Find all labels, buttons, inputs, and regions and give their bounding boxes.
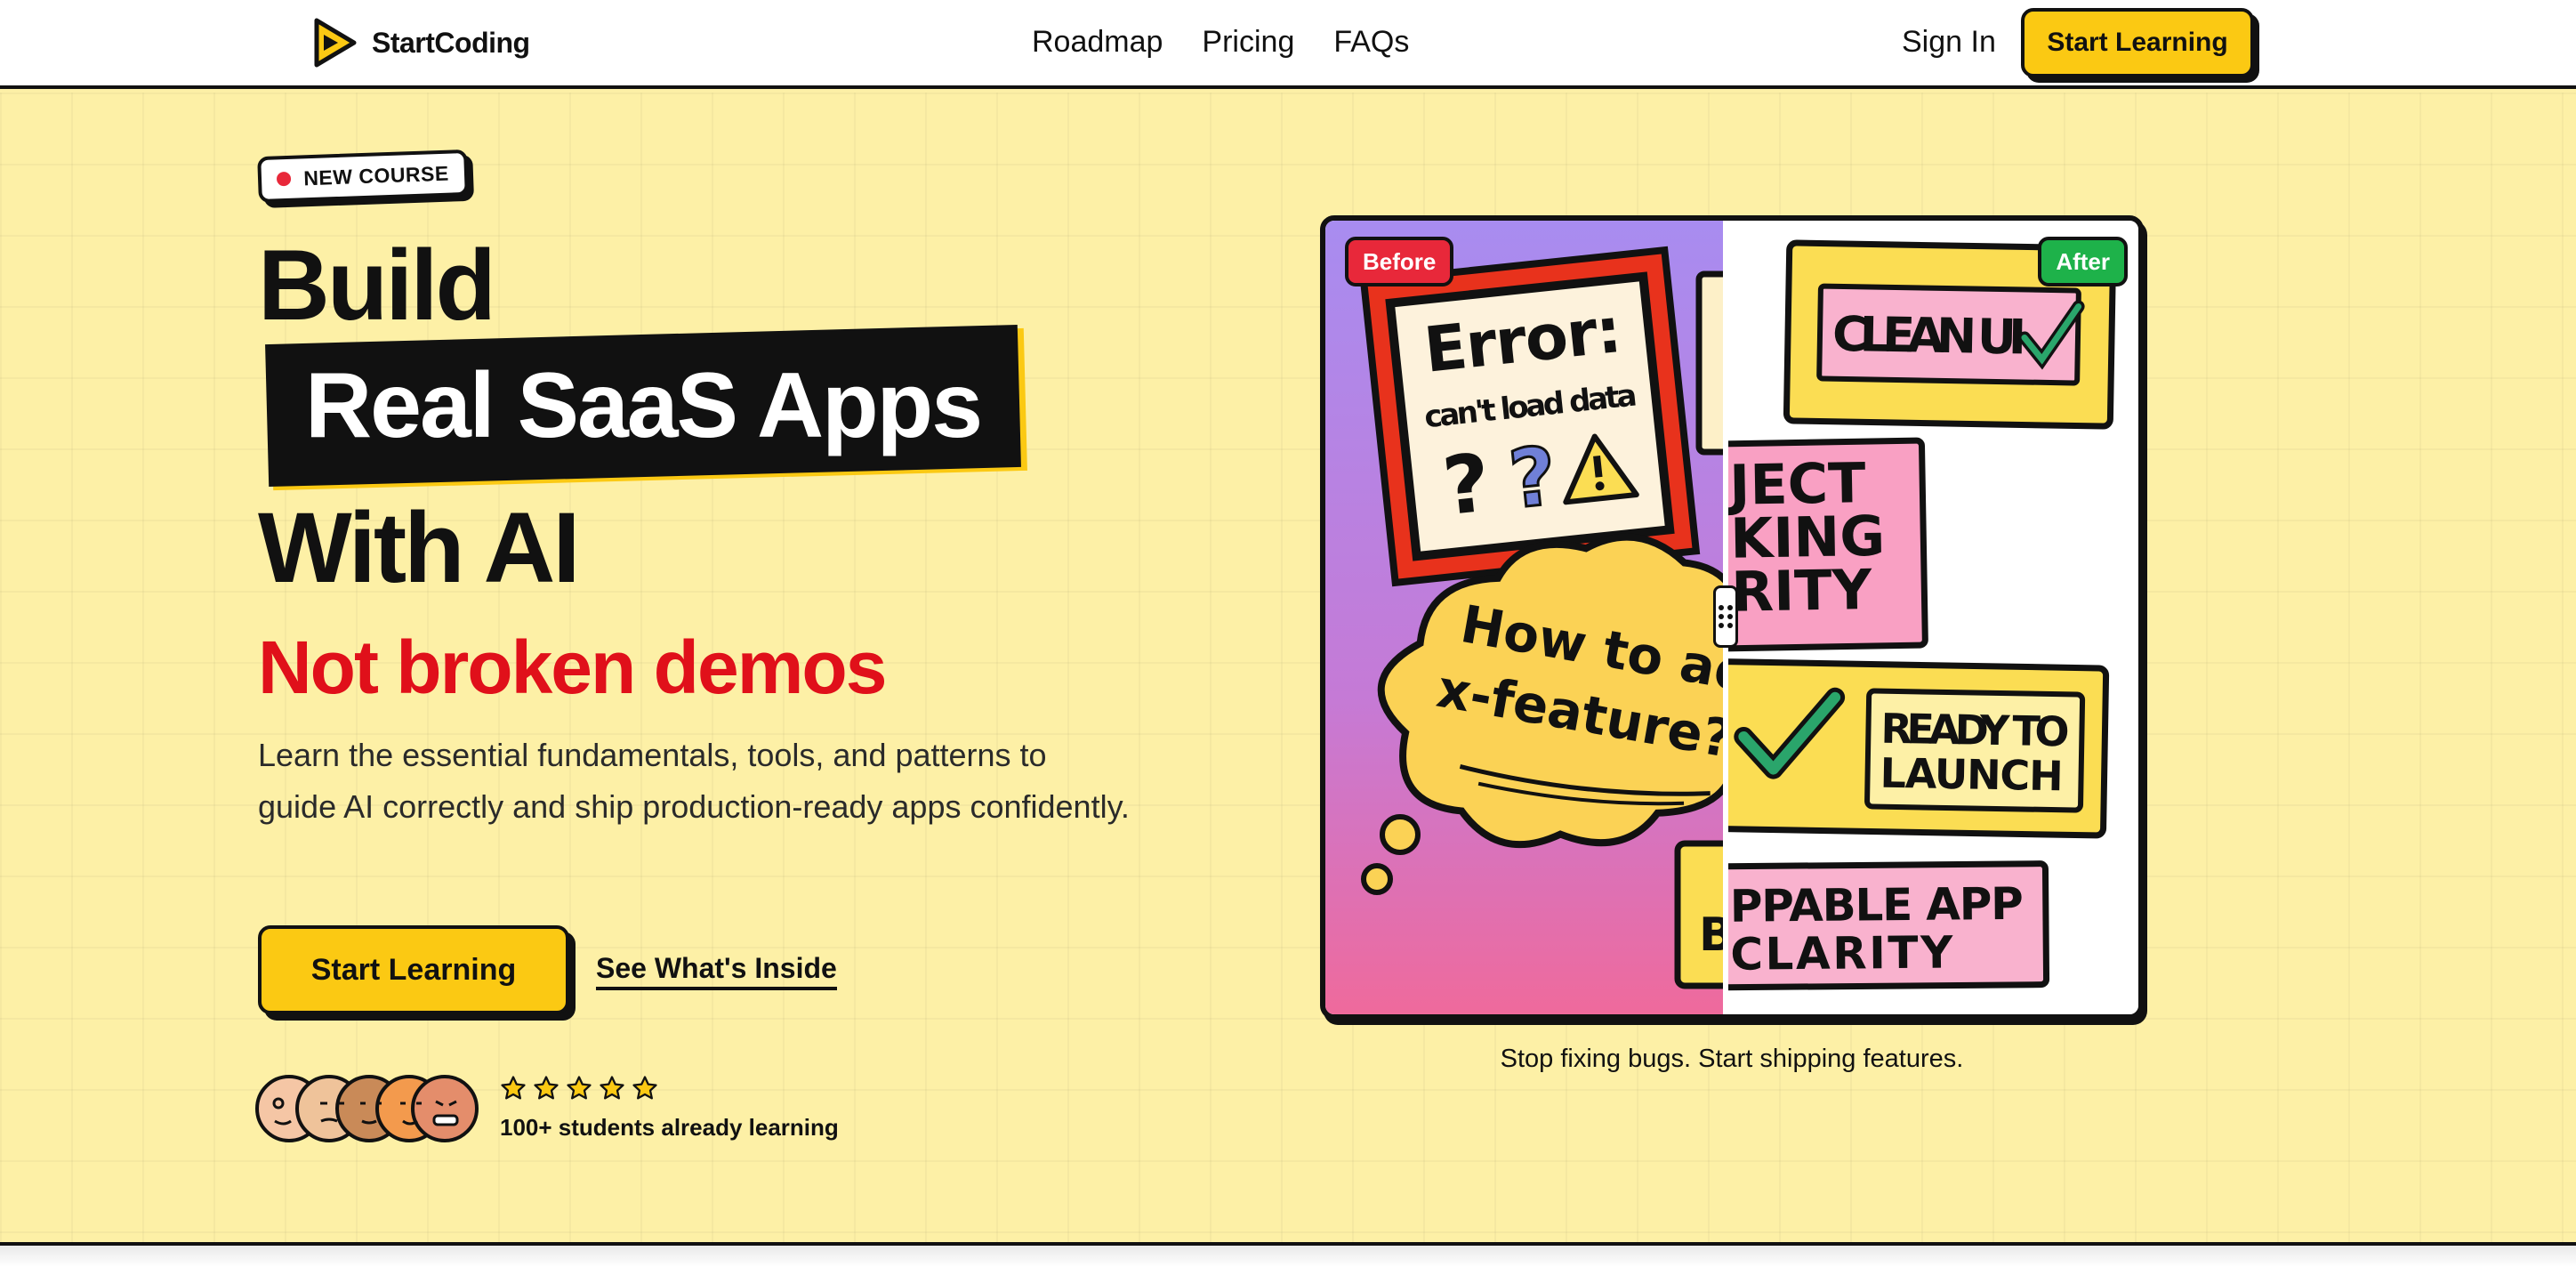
students-count-text: 100+ students already learning	[500, 1114, 839, 1141]
note-clean-ui-text: CLEAN UI	[1831, 306, 2026, 366]
next-section-edge	[0, 1246, 2576, 1267]
headline-line-1: Build	[258, 230, 496, 341]
nav-links: Roadmap Pricing FAQs	[1032, 25, 1448, 60]
start-learning-button[interactable]: Start Learning	[258, 925, 569, 1014]
nav-link-roadmap[interactable]: Roadmap	[1032, 25, 1163, 60]
before-label: Before	[1345, 237, 1454, 286]
star-icon	[600, 1076, 624, 1100]
student-avatars	[254, 1073, 485, 1144]
star-icon	[534, 1076, 559, 1100]
nav-start-learning-button[interactable]: Start Learning	[2021, 8, 2254, 77]
note-shippable-line-1: PPABLE APP	[1730, 878, 2024, 932]
nav-link-pricing[interactable]: Pricing	[1202, 25, 1294, 60]
svg-text:?: ?	[1438, 436, 1494, 534]
star-icon	[501, 1076, 526, 1100]
sign-in-link[interactable]: Sign In	[1902, 25, 1996, 60]
comparison-caption: Stop fixing bugs. Start shipping feature…	[1500, 1045, 1964, 1073]
after-label: After	[2038, 237, 2128, 286]
svg-text:?: ?	[1505, 430, 1561, 528]
new-course-badge: NEW COURSE	[257, 149, 469, 204]
headline-highlight: Real SaaS Apps	[304, 353, 982, 457]
brand-logo[interactable]: StartCoding	[311, 15, 530, 70]
live-dot-icon	[277, 171, 292, 187]
note-ready-line-2: LAUNCH	[1880, 749, 2064, 801]
see-whats-inside-link[interactable]: See What's Inside	[596, 952, 837, 990]
avatar	[255, 1075, 479, 1142]
before-after-comparison: CLEAN UI JECT KING RITY READY TO LAUNCH	[1320, 215, 2144, 1020]
badge-label: NEW COURSE	[302, 161, 450, 190]
brand-name: StartCoding	[372, 26, 530, 59]
star-icon	[567, 1076, 592, 1100]
headline-highlight-box: Real SaaS Apps	[265, 324, 1021, 488]
rating-stars	[500, 1075, 664, 1102]
headline-line-3: With AI	[258, 492, 581, 603]
nav-link-faqs[interactable]: FAQs	[1333, 25, 1409, 60]
play-logo-icon	[314, 18, 357, 68]
note-ready-line-1: READY TO	[1880, 705, 2070, 756]
top-navbar: StartCoding Roadmap Pricing FAQs Sign In…	[0, 0, 2576, 89]
note-project-line-3: RITY	[1731, 557, 1873, 625]
hero-description: Learn the essential fundamentals, tools,…	[258, 737, 1130, 825]
subheadline: Not broken demos	[258, 625, 887, 709]
comparison-slider-handle[interactable]	[1713, 585, 1738, 648]
star-icon	[632, 1076, 657, 1100]
